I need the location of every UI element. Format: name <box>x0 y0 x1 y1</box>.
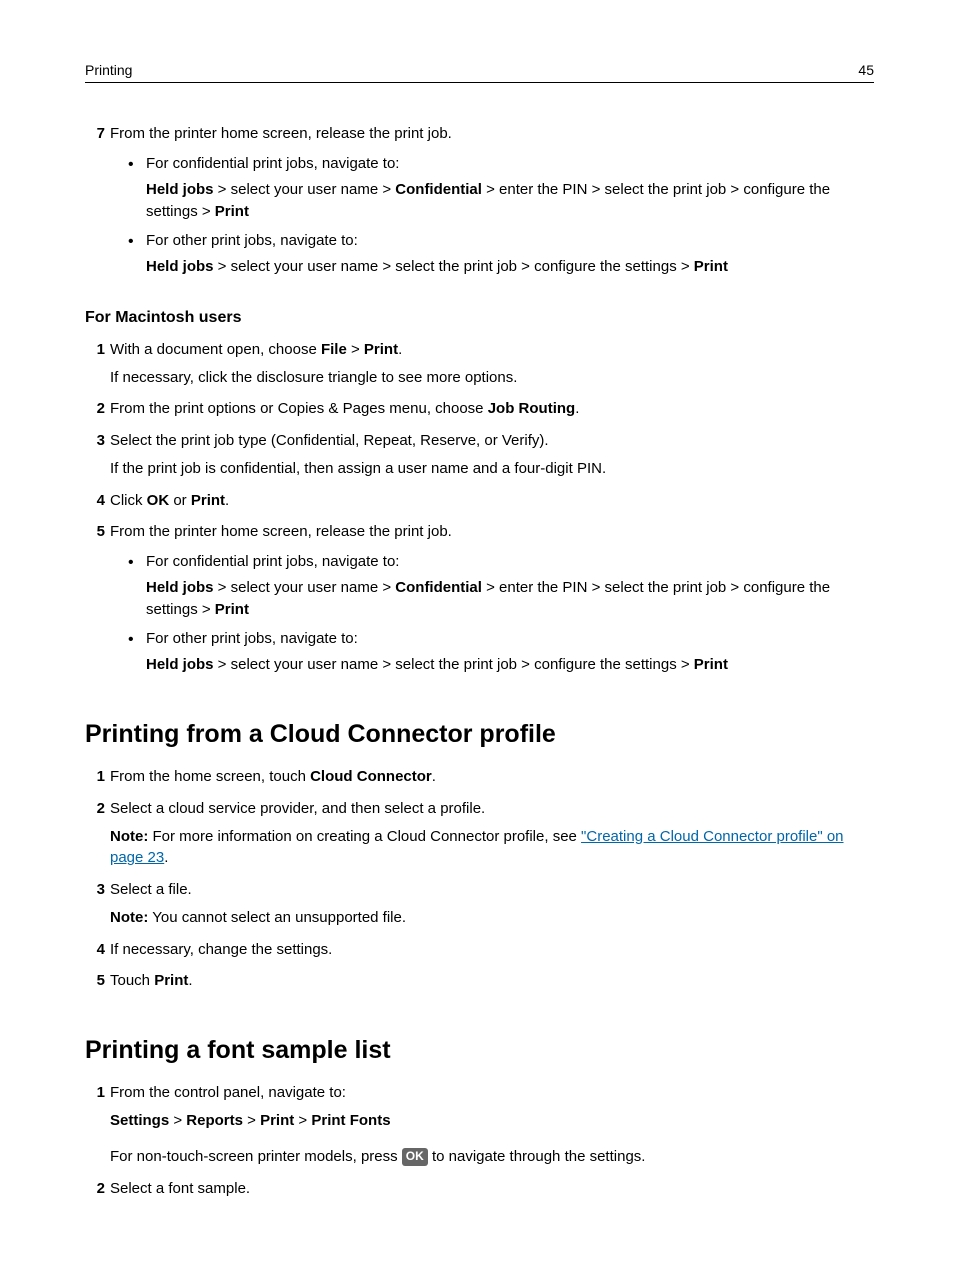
bullet-other: For other print jobs, navigate to: Held … <box>128 230 874 278</box>
step-number: 3 <box>85 879 105 901</box>
font-heading: Printing a font sample list <box>85 1032 874 1068</box>
note: Note: For more information on creating a… <box>110 826 874 870</box>
mac-step-2: 2 From the print options or Copies & Pag… <box>85 398 874 420</box>
path-print: Print <box>694 258 728 275</box>
sub-bullets: For confidential print jobs, navigate to… <box>128 551 874 676</box>
step-number: 7 <box>85 123 105 145</box>
nav-path: Held jobs > select your user name > Conf… <box>146 577 874 621</box>
header-section: Printing <box>85 60 132 80</box>
cloud-step-5: 5 Touch Print. <box>85 970 874 992</box>
cloud-step-4: 4 If necessary, change the settings. <box>85 939 874 961</box>
cloud-step-2: 2 Select a cloud service provider, and t… <box>85 798 874 869</box>
mac-step-5: 5 From the printer home screen, release … <box>85 521 874 676</box>
mac-steps: 1 With a document open, choose File > Pr… <box>85 339 874 676</box>
path-held-jobs: Held jobs <box>146 181 214 198</box>
path-confidential: Confidential <box>395 181 482 198</box>
bullet-intro: For other print jobs, navigate to: <box>146 232 358 249</box>
font-steps: 1 From the control panel, navigate to: S… <box>85 1082 874 1199</box>
bullet-intro: For confidential print jobs, navigate to… <box>146 155 399 172</box>
cloud-steps: 1 From the home screen, touch Cloud Conn… <box>85 766 874 992</box>
step-number: 2 <box>85 798 105 820</box>
cloud-step-1: 1 From the home screen, touch Cloud Conn… <box>85 766 874 788</box>
note-label: Note: <box>110 828 148 845</box>
mac-heading: For Macintosh users <box>85 306 874 329</box>
step-number: 4 <box>85 490 105 512</box>
header-page-number: 45 <box>858 60 874 80</box>
step-number: 4 <box>85 939 105 961</box>
step-number: 3 <box>85 430 105 452</box>
sub-bullets: For confidential print jobs, navigate to… <box>128 153 874 278</box>
note: Note: You cannot select an unsupported f… <box>110 907 874 929</box>
step-number: 1 <box>85 339 105 361</box>
cloud-step-3: 3 Select a file. Note: You cannot select… <box>85 879 874 929</box>
mac-step-1: 1 With a document open, choose File > Pr… <box>85 339 874 389</box>
note-label: Note: <box>110 909 148 926</box>
step-text: From the printer home screen, release th… <box>110 125 452 142</box>
bullet-confidential: For confidential print jobs, navigate to… <box>128 153 874 222</box>
nav-path: Held jobs > select your user name > sele… <box>146 256 874 278</box>
step-number: 5 <box>85 970 105 992</box>
step-note: If necessary, click the disclosure trian… <box>110 367 874 389</box>
step-number: 5 <box>85 521 105 543</box>
nav-path: Held jobs > select your user name > Conf… <box>146 179 874 223</box>
path-held-jobs: Held jobs <box>146 258 214 275</box>
font-step-1: 1 From the control panel, navigate to: S… <box>85 1082 874 1167</box>
page-header: Printing 45 <box>85 60 874 83</box>
bullet-other: For other print jobs, navigate to: Held … <box>128 628 874 676</box>
step-number: 1 <box>85 1082 105 1104</box>
continued-steps: 7 From the printer home screen, release … <box>85 123 874 278</box>
step-7: 7 From the printer home screen, release … <box>85 123 874 278</box>
mac-step-3: 3 Select the print job type (Confidentia… <box>85 430 874 480</box>
bullet-confidential: For confidential print jobs, navigate to… <box>128 551 874 620</box>
nav-path: Held jobs > select your user name > sele… <box>146 654 874 676</box>
font-step-2: 2 Select a font sample. <box>85 1178 874 1200</box>
path-print: Print <box>215 203 249 220</box>
step-note: If the print job is confidential, then a… <box>110 458 874 480</box>
step-number: 2 <box>85 398 105 420</box>
cloud-heading: Printing from a Cloud Connector profile <box>85 716 874 752</box>
nav-path: Settings > Reports > Print > Print Fonts <box>110 1110 874 1132</box>
mac-step-4: 4 Click OK or Print. <box>85 490 874 512</box>
step-number: 1 <box>85 766 105 788</box>
ok-button-icon: OK <box>402 1148 428 1165</box>
step-number: 2 <box>85 1178 105 1200</box>
non-touch-note: For non-touch-screen printer models, pre… <box>110 1146 874 1168</box>
